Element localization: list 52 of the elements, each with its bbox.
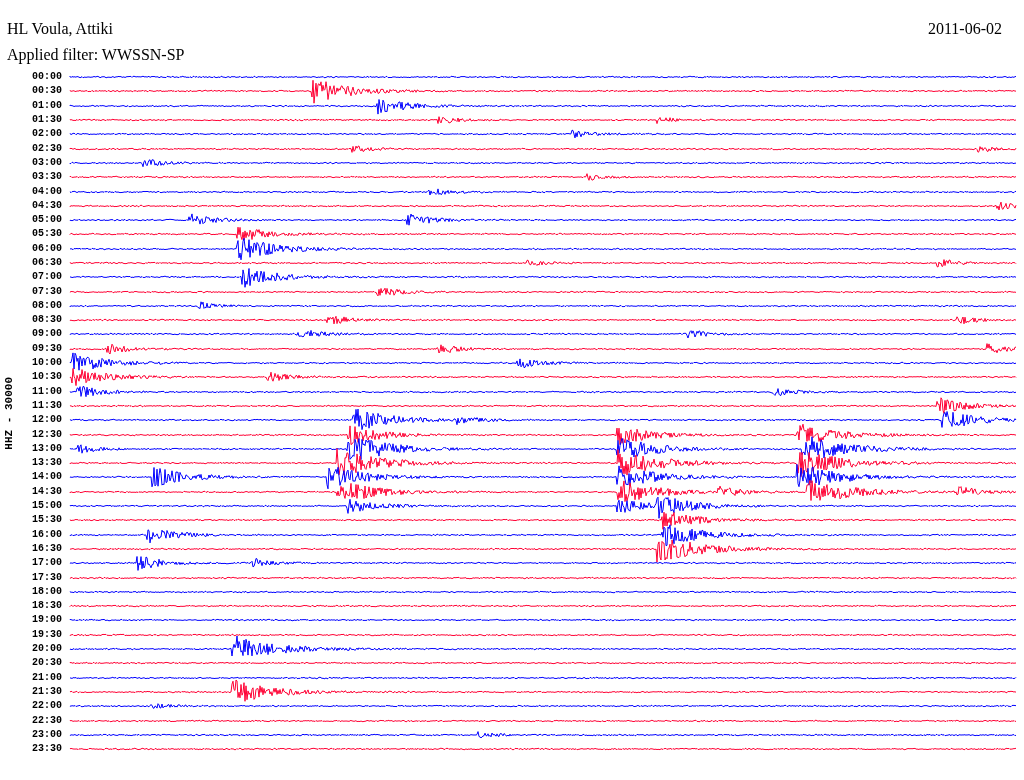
time-label: 22:30 bbox=[31, 714, 63, 727]
time-label: 10:00 bbox=[31, 357, 63, 370]
time-label: 21:30 bbox=[31, 685, 63, 698]
time-label: 00:00 bbox=[31, 71, 63, 84]
time-label: 00:30 bbox=[31, 85, 63, 98]
time-label: 13:30 bbox=[31, 457, 63, 470]
time-label: 14:30 bbox=[31, 485, 63, 498]
time-label: 08:00 bbox=[31, 299, 63, 312]
time-label: 19:30 bbox=[31, 628, 63, 641]
time-label: 12:00 bbox=[31, 414, 63, 427]
time-label: 08:30 bbox=[31, 314, 63, 327]
time-label: 07:30 bbox=[31, 285, 63, 298]
time-label: 01:00 bbox=[31, 99, 63, 112]
time-label: 23:00 bbox=[31, 728, 63, 741]
time-label: 16:00 bbox=[31, 528, 63, 541]
time-label: 17:00 bbox=[31, 557, 63, 570]
time-label: 20:00 bbox=[31, 643, 63, 655]
filter-label: Applied filter: WWSSN-SP bbox=[7, 46, 185, 63]
time-label: 06:00 bbox=[31, 242, 63, 255]
time-label: 02:30 bbox=[31, 142, 63, 155]
time-label: 17:30 bbox=[31, 571, 63, 584]
time-label: 10:30 bbox=[31, 371, 63, 384]
time-label: 01:30 bbox=[31, 114, 63, 127]
time-label: 06:30 bbox=[31, 257, 63, 269]
time-label: 19:00 bbox=[31, 614, 63, 627]
time-label: 21:00 bbox=[31, 671, 63, 684]
time-label: 12:30 bbox=[31, 428, 63, 441]
time-label: 14:00 bbox=[31, 471, 63, 484]
time-label: 15:30 bbox=[31, 514, 63, 527]
time-label: 11:00 bbox=[31, 385, 63, 398]
time-label: 05:00 bbox=[31, 214, 63, 227]
time-label: 02:00 bbox=[31, 128, 63, 141]
time-label: 07:00 bbox=[31, 271, 63, 284]
time-label: 22:00 bbox=[31, 700, 63, 713]
time-label: 05:30 bbox=[31, 228, 63, 241]
time-label: 20:30 bbox=[31, 657, 63, 670]
date-label: 2011-06-02 bbox=[927, 20, 1002, 38]
time-label: 04:00 bbox=[31, 185, 63, 198]
time-label: 04:30 bbox=[31, 199, 63, 212]
time-label: 16:30 bbox=[31, 542, 63, 555]
time-label: 23:30 bbox=[31, 743, 63, 756]
time-label: 18:30 bbox=[31, 600, 63, 613]
station-title: HL Voula, Attiki bbox=[7, 20, 113, 38]
time-label: 03:30 bbox=[31, 171, 63, 184]
axis-label: HHZ - 30000 bbox=[3, 376, 15, 450]
time-label: 15:00 bbox=[31, 500, 63, 513]
time-label: 03:00 bbox=[31, 156, 63, 169]
time-label: 09:30 bbox=[31, 342, 63, 355]
time-label: 09:00 bbox=[31, 328, 63, 341]
time-label: 18:00 bbox=[31, 585, 63, 598]
time-label: 11:30 bbox=[31, 399, 63, 412]
time-label: 13:00 bbox=[31, 442, 63, 455]
